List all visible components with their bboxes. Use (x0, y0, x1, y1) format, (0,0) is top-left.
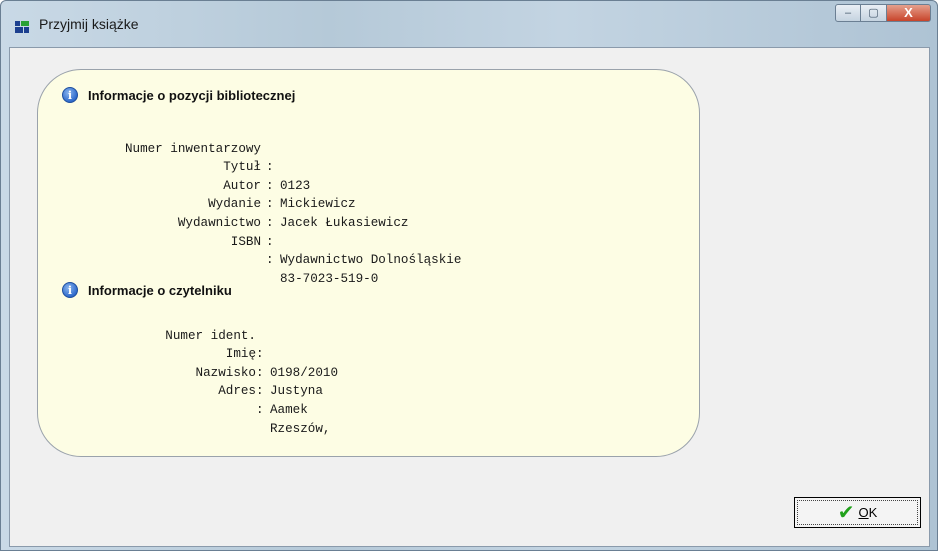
info-icon: i (62, 87, 78, 103)
field-value: 83-7023-519-0 (280, 271, 379, 286)
reader-info-list: Numer ident. : 0198/2010 Imię : Justyna … (38, 308, 338, 436)
book-row: Tytuł : Mickiewicz (38, 140, 355, 211)
field-value: Mickiewicz (280, 197, 356, 212)
maximize-button[interactable]: ▢ (861, 4, 887, 22)
field-value: Wydawnictwo Dolnośląskie (280, 253, 462, 268)
reader-row: Imię : Justyna (38, 327, 323, 398)
book-section-header: i Informacje o pozycji bibliotecznej (62, 87, 295, 103)
ok-button-label: OK (858, 505, 878, 520)
field-label: ISBN (230, 234, 261, 249)
field-value: Rzeszów, (270, 421, 331, 436)
field-value: Aamek (270, 402, 308, 417)
reader-row: Adres : Rzeszów, (38, 364, 330, 435)
field-value: Jacek Łukasiewicz (280, 215, 409, 230)
separator: : (256, 384, 264, 399)
separator: : (266, 253, 274, 268)
field-value: 0198/2010 (270, 365, 339, 380)
reader-section-header: i Informacje o czytelniku (62, 282, 232, 298)
ok-button[interactable]: ✔ OK (794, 497, 921, 528)
minimize-button[interactable]: – (835, 4, 861, 22)
dialog-client-area: i Informacje o pozycji bibliotecznej Num… (9, 47, 930, 547)
reader-row: Nazwisko : Aamek (38, 345, 308, 417)
reader-row: Numer ident. : 0198/2010 (38, 308, 338, 380)
separator: : (266, 234, 274, 249)
book-row: Autor : Jacek Łukasiewicz (38, 158, 408, 230)
dialog-window: Przyjmij książke – ▢ X i Informacje o po… (0, 0, 938, 551)
book-row: ISBN : 83-7023-519-0 (38, 214, 378, 286)
title-bar[interactable]: Przyjmij książke – ▢ X (1, 1, 937, 47)
window-controls: – ▢ X (835, 4, 931, 24)
window-title: Przyjmij książke (39, 16, 139, 32)
field-value: 0123 (280, 178, 311, 193)
info-panel: i Informacje o pozycji bibliotecznej Num… (37, 69, 700, 457)
info-icon: i (62, 282, 78, 298)
app-icon (15, 21, 29, 33)
book-section-title: Informacje o pozycji bibliotecznej (88, 87, 296, 103)
checkmark-icon: ✔ (837, 501, 855, 524)
book-row: Wydanie : (38, 177, 273, 230)
close-button[interactable]: X (887, 4, 931, 22)
separator: : (256, 402, 264, 417)
separator: : (266, 197, 274, 212)
field-label: Adres (218, 384, 256, 399)
separator: : (266, 160, 274, 175)
separator: : (266, 215, 274, 230)
field-value: Justyna (270, 384, 323, 399)
book-row: Wydawnictwo : Wydawnictwo Dolnośląskie (38, 195, 462, 267)
book-info-list: Numer inwentarzowy : 0123 Tytuł : Mickie… (38, 121, 462, 286)
separator: : (256, 347, 264, 362)
separator: : (256, 365, 264, 380)
separator: : (266, 178, 274, 193)
book-row: Numer inwentarzowy : 0123 (38, 121, 310, 193)
reader-section-title: Informacje o czytelniku (88, 282, 232, 298)
